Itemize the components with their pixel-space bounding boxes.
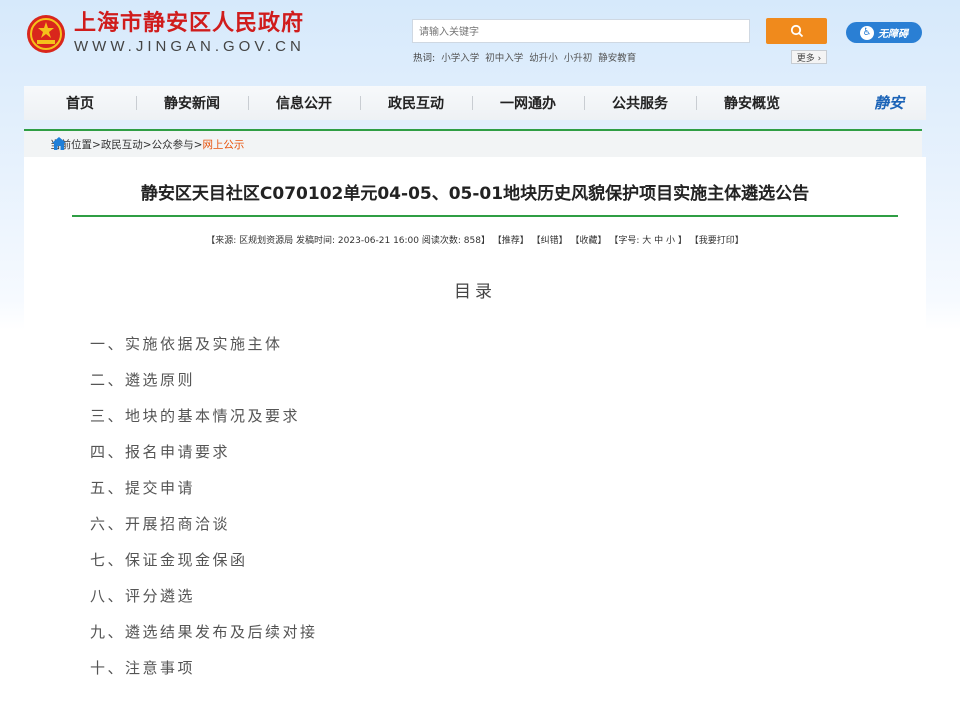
national-emblem-icon	[27, 15, 65, 53]
hot-word-link[interactable]: 小升初	[564, 50, 593, 64]
search-box	[412, 19, 750, 44]
toc-item[interactable]: 七、保证金现金保函	[90, 551, 318, 587]
search-button[interactable]	[766, 18, 827, 44]
site-header: 上海市静安区人民政府 WWW.JINGAN.GOV.CN ♿ 无障碍 热词: 小…	[0, 0, 960, 80]
home-icon	[52, 137, 66, 150]
site-logo[interactable]: 上海市静安区人民政府 WWW.JINGAN.GOV.CN	[26, 12, 305, 56]
nav-item-interaction[interactable]: 政民互动	[360, 93, 472, 113]
toc-item[interactable]: 一、实施依据及实施主体	[90, 335, 318, 371]
nav-item-overview[interactable]: 静安概览	[696, 93, 808, 113]
article-content: 静安区天目社区C070102单元04-05、05-01地块历史风貌保护项目实施主…	[24, 157, 926, 707]
nav-item-info[interactable]: 信息公开	[248, 93, 360, 113]
article-meta: 【来源: 区规划资源局 发稿时间: 2023-06-21 16:00 阅读次数:…	[206, 236, 744, 246]
toc-item[interactable]: 二、遴选原则	[90, 371, 318, 407]
nav-brand-logo[interactable]: 静安	[874, 92, 904, 113]
site-name: 上海市静安区人民政府	[74, 11, 305, 36]
accessibility-label: 无障碍	[878, 29, 908, 40]
accessibility-icon: ♿	[860, 25, 874, 40]
search-input[interactable]	[413, 21, 745, 44]
hot-words-label: 热词:	[413, 53, 436, 64]
breadcrumb: 当前位置> 政民互动> 公众参与> 网上公示	[24, 129, 922, 157]
nav-item-news[interactable]: 静安新闻	[136, 93, 248, 113]
hot-word-link[interactable]: 幼升小	[529, 50, 558, 64]
toc-item[interactable]: 四、报名申请要求	[90, 443, 318, 479]
toc-item[interactable]: 十、注意事项	[90, 659, 318, 695]
toc-item[interactable]: 五、提交申请	[90, 479, 318, 515]
hot-word-link[interactable]: 初中入学	[485, 50, 523, 64]
toc-item[interactable]: 六、开展招商洽谈	[90, 515, 318, 551]
search-icon	[790, 24, 803, 38]
toc-item[interactable]: 八、评分遴选	[90, 587, 318, 623]
toc-heading: 目录	[454, 282, 496, 302]
accessibility-button[interactable]: ♿ 无障碍	[846, 22, 922, 43]
breadcrumb-item[interactable]: 公众参与>	[152, 137, 203, 152]
article-title: 静安区天目社区C070102单元04-05、05-01地块历史风貌保护项目实施主…	[140, 184, 810, 204]
nav-item-home[interactable]: 首页	[24, 93, 136, 113]
hot-word-link[interactable]: 静安教育	[598, 50, 636, 64]
nav-item-services[interactable]: 公共服务	[584, 93, 696, 113]
main-nav: 首页 静安新闻 信息公开 政民互动 一网通办 公共服务 静安概览 静安	[24, 86, 926, 120]
more-hot-words-button[interactable]: 更多 ›	[791, 50, 827, 64]
site-domain: WWW.JINGAN.GOV.CN	[74, 38, 305, 55]
title-divider	[72, 215, 898, 217]
nav-item-one-net[interactable]: 一网通办	[472, 93, 584, 113]
toc-item[interactable]: 三、地块的基本情况及要求	[90, 407, 318, 443]
table-of-contents: 一、实施依据及实施主体 二、遴选原则 三、地块的基本情况及要求 四、报名申请要求…	[90, 335, 318, 695]
hot-words: 热词: 小学入学 初中入学 幼升小 小升初 静安教育	[413, 50, 636, 64]
breadcrumb-item[interactable]: 政民互动>	[101, 137, 152, 152]
toc-item[interactable]: 九、遴选结果发布及后续对接	[90, 623, 318, 659]
hot-word-link[interactable]: 小学入学	[441, 50, 479, 64]
breadcrumb-current[interactable]: 网上公示	[202, 137, 244, 152]
